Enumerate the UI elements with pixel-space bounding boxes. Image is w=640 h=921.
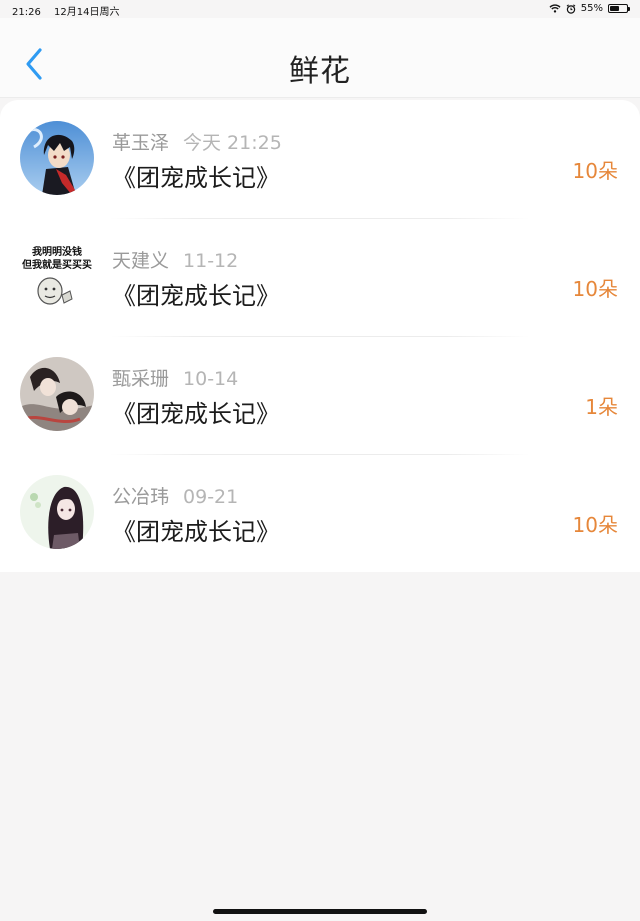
battery-percent: 55% [580, 3, 603, 14]
list-item[interactable]: 公冶玮 09-21 《团宠成长记》 10朵 [0, 454, 640, 572]
sender-name: 天建义 [112, 250, 170, 272]
send-date: 10-14 [183, 368, 239, 390]
sender-meta: 甄采珊 10-14 [112, 364, 238, 391]
avatar[interactable] [20, 121, 94, 195]
alarm-icon [566, 3, 576, 14]
book-title: 《团宠成长记》 [112, 282, 280, 310]
sender-meta: 公冶玮 09-21 [112, 482, 238, 509]
sender-name: 甄采珊 [112, 368, 170, 390]
list-item[interactable]: 革玉泽 今天 21:25 《团宠成长记》 10朵 [0, 100, 640, 218]
avatar-meme-text-1: 我明明没钱 [32, 245, 82, 258]
home-indicator[interactable] [213, 909, 427, 914]
sender-meta: 革玉泽 今天 21:25 [112, 128, 282, 155]
page-title: 鲜花 [289, 54, 351, 89]
anime-pair-avatar-icon [20, 357, 94, 431]
status-date: 12月14日周六 [54, 7, 120, 18]
flower-count: 1朵 [585, 395, 618, 419]
status-time: 21:26 [12, 7, 41, 18]
book-title: 《团宠成长记》 [112, 164, 280, 192]
list-item[interactable]: 我明明没钱 但我就是买买买 天建义 11-12 《团宠成长记》 10朵 [0, 218, 640, 336]
battery-icon [608, 4, 630, 13]
book-title: 《团宠成长记》 [112, 400, 280, 428]
sender-name: 公冶玮 [112, 486, 170, 508]
anime-boy-avatar-icon [20, 121, 94, 195]
avatar[interactable] [20, 475, 94, 549]
flower-count: 10朵 [572, 277, 618, 301]
battery-tip [628, 7, 630, 11]
battery-level [610, 6, 619, 11]
flower-list: 革玉泽 今天 21:25 《团宠成长记》 10朵 我明明没钱 但我就是买买买 天建… [0, 100, 640, 572]
nav-bar: 鲜花 [0, 18, 640, 98]
status-right: 55% [549, 3, 630, 14]
flower-count: 10朵 [572, 159, 618, 183]
status-bar: 21:26 12月14日周六 55% [0, 0, 640, 18]
sender-meta: 天建义 11-12 [112, 246, 238, 273]
flower-count: 10朵 [572, 513, 618, 537]
book-title: 《团宠成长记》 [112, 518, 280, 546]
send-date: 11-12 [183, 250, 239, 272]
anime-girl-avatar-icon [20, 475, 94, 549]
avatar-meme-text-2: 但我就是买买买 [21, 258, 92, 271]
status-left: 21:26 12月14日周六 [12, 3, 119, 18]
wifi-icon [549, 4, 561, 13]
sender-name: 革玉泽 [112, 132, 170, 154]
avatar[interactable]: 我明明没钱 但我就是买买买 [20, 239, 94, 313]
avatar[interactable] [20, 357, 94, 431]
list-item[interactable]: 甄采珊 10-14 《团宠成长记》 1朵 [0, 336, 640, 454]
send-date: 09-21 [183, 486, 239, 508]
meme-avatar-icon: 我明明没钱 但我就是买买买 [20, 239, 94, 313]
send-date: 今天 21:25 [183, 132, 282, 154]
